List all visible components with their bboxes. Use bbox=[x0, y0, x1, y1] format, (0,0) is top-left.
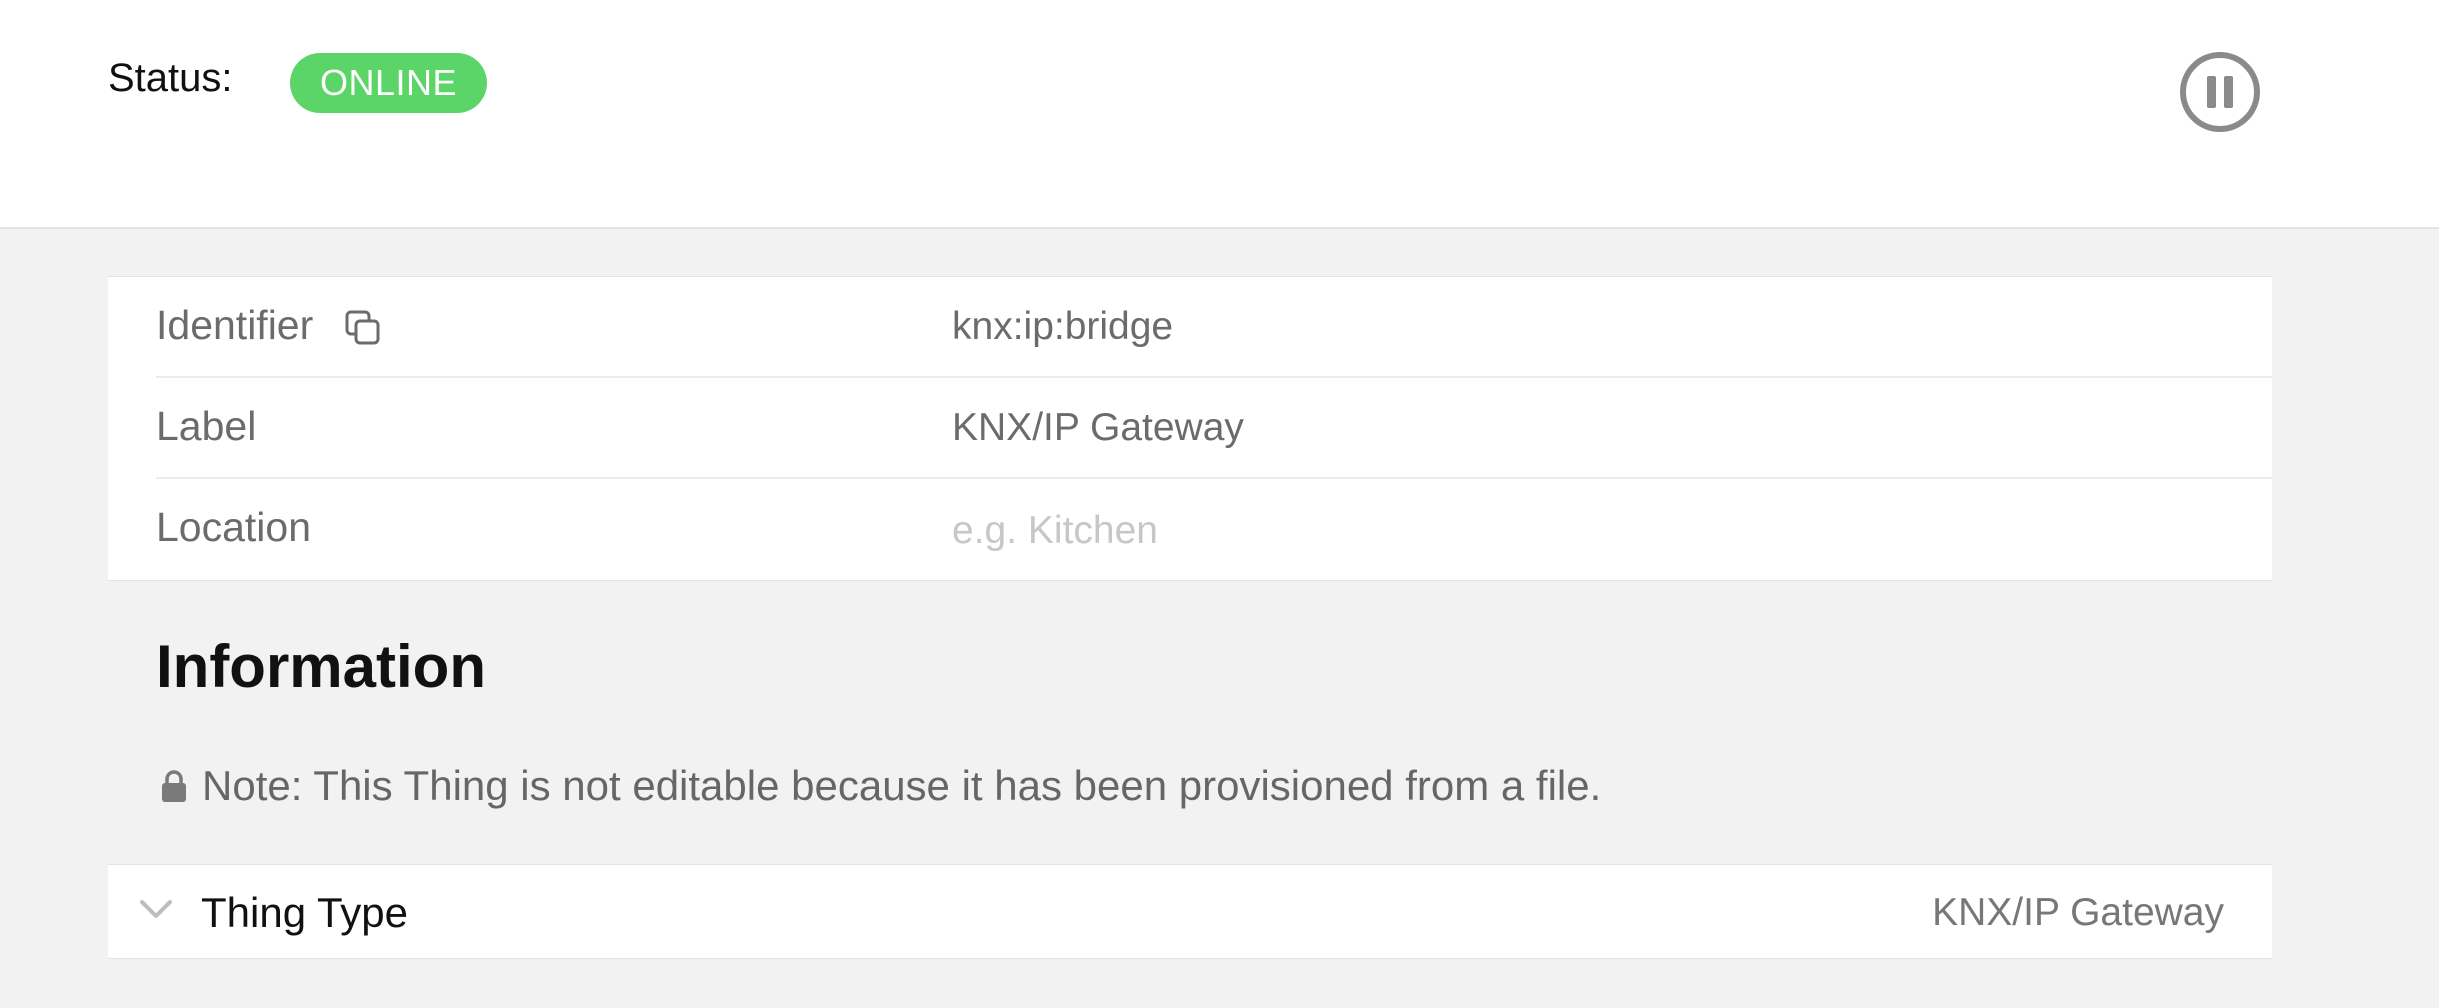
label-label: Label bbox=[156, 403, 257, 449]
thing-properties-card: Identifier knx:ip:bridge Label KNX/IP Ga… bbox=[108, 276, 2272, 581]
note-text: Note: This Thing is not editable because… bbox=[202, 762, 1602, 809]
copy-icon[interactable] bbox=[344, 309, 382, 347]
information-heading: Information bbox=[156, 633, 486, 700]
pause-circle-icon bbox=[2180, 52, 2260, 132]
label-row: Label KNX/IP Gateway bbox=[156, 378, 2272, 479]
label-value: KNX/IP Gateway bbox=[952, 406, 1244, 449]
identifier-value: knx:ip:bridge bbox=[952, 305, 1174, 348]
thing-type-value: KNX/IP Gateway bbox=[1932, 891, 2224, 934]
status-header: Status: ONLINE bbox=[0, 0, 2439, 229]
lock-icon bbox=[162, 770, 186, 802]
location-row: Location bbox=[156, 479, 2272, 580]
status-badge: ONLINE bbox=[290, 53, 488, 113]
identifier-label: Identifier bbox=[156, 302, 314, 348]
thing-type-accordion[interactable]: Thing Type KNX/IP Gateway bbox=[108, 864, 2272, 959]
thing-type-title: Thing Type bbox=[201, 889, 409, 936]
location-input[interactable] bbox=[952, 501, 2152, 561]
chevron-down-icon bbox=[140, 900, 172, 918]
status-label: Status: bbox=[108, 56, 233, 100]
location-label: Location bbox=[156, 504, 312, 550]
not-editable-note: Note: This Thing is not editable because… bbox=[160, 762, 1601, 810]
identifier-row: Identifier knx:ip:bridge bbox=[156, 277, 2272, 378]
pause-button[interactable] bbox=[2178, 50, 2262, 134]
